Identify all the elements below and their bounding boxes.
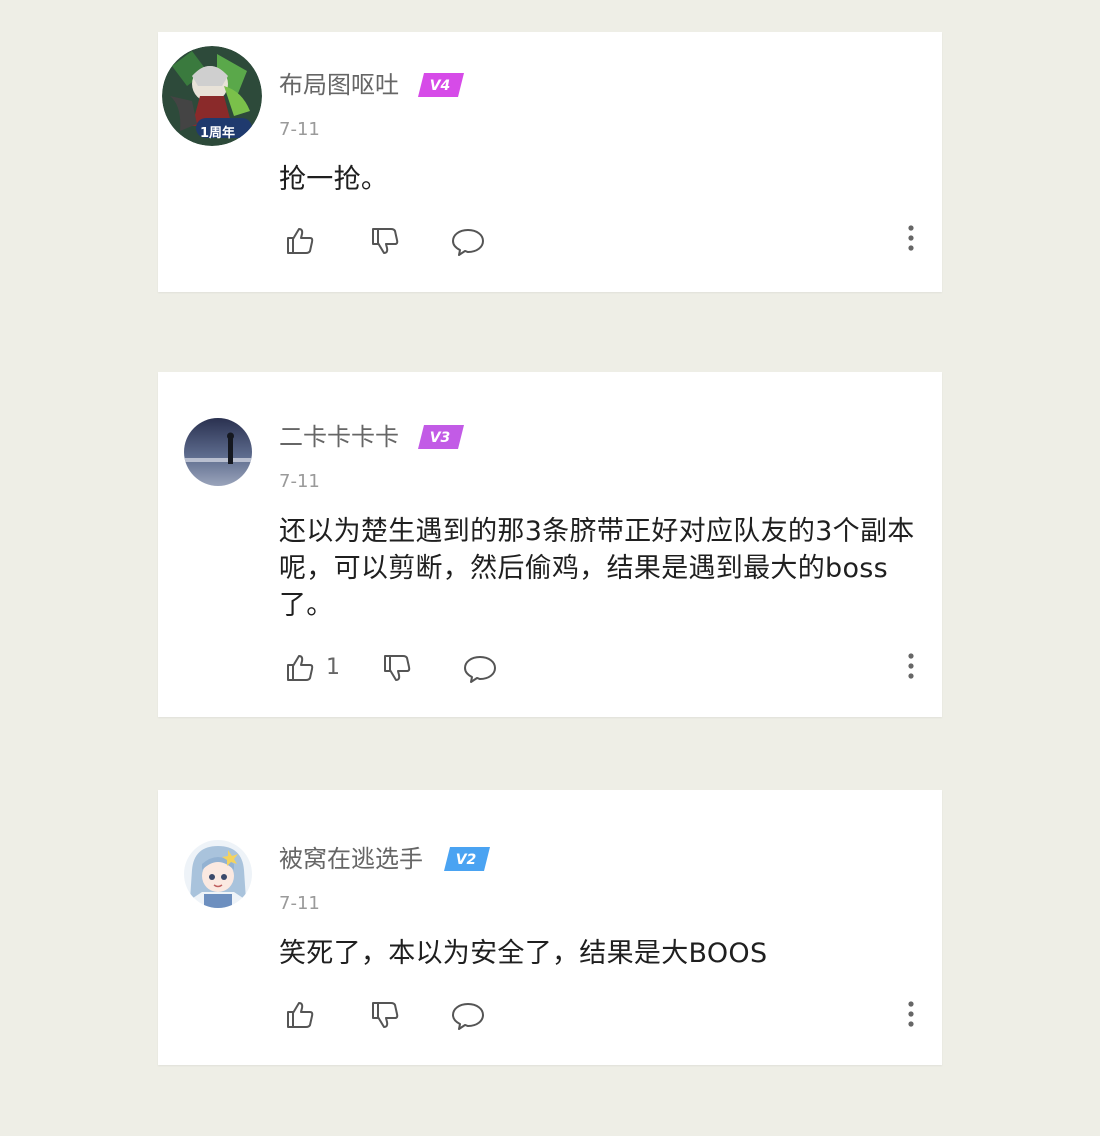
- thumbs-up-icon: [287, 655, 314, 681]
- reply-button[interactable]: [463, 654, 497, 684]
- user-avatar[interactable]: 1周年: [162, 46, 262, 146]
- comment-text: 笑死了，本以为安全了，结果是大BOOS: [279, 938, 768, 969]
- level-text: V4: [430, 78, 451, 94]
- level-text: V3: [430, 430, 451, 446]
- avatar-image: [184, 418, 252, 486]
- user-avatar[interactable]: [184, 418, 252, 486]
- more-vertical-icon[interactable]: [906, 1000, 916, 1028]
- username[interactable]: 二卡卡卡卡: [279, 422, 399, 452]
- comment-date: 7-11: [279, 893, 320, 914]
- comment-bubble-icon: [452, 229, 484, 256]
- like-button[interactable]: [284, 225, 326, 257]
- reply-button[interactable]: [451, 1001, 485, 1031]
- dislike-button[interactable]: [381, 652, 413, 684]
- comment-bubble-icon: [452, 1003, 484, 1030]
- avatar-badge-text: 1周年: [200, 126, 236, 141]
- like-button[interactable]: 1: [284, 652, 340, 684]
- level-text: V2: [456, 852, 477, 868]
- level-badge: V4: [418, 73, 464, 97]
- comment-date: 7-11: [279, 119, 320, 140]
- user-avatar[interactable]: [184, 840, 252, 908]
- thumbs-down-icon: [372, 228, 399, 254]
- level-badge: V2: [444, 847, 490, 871]
- dislike-button[interactable]: [369, 225, 401, 257]
- comment-card: 被窝在逃选手 V2 7-11 笑死了，本以为安全了，结果是大BOOS: [158, 790, 942, 1065]
- thumbs-up-icon: [287, 1002, 314, 1028]
- comment-date: 7-11: [279, 471, 320, 492]
- comment-text: 抢一抢。: [279, 164, 389, 195]
- like-count: 1: [326, 655, 340, 680]
- username[interactable]: 布局图呕吐: [279, 70, 399, 100]
- comment-card: 二卡卡卡卡 V3 7-11 还以为楚生遇到的那3条脐带正好对应队友的3个副本呢，…: [158, 372, 942, 717]
- thumbs-down-icon: [384, 655, 411, 681]
- like-button[interactable]: [284, 999, 326, 1031]
- username[interactable]: 被窝在逃选手: [279, 844, 423, 874]
- thumbs-up-icon: [287, 228, 314, 254]
- comment-bubble-icon: [464, 656, 496, 683]
- comment-text: 还以为楚生遇到的那3条脐带正好对应队友的3个副本呢，可以剪断，然后偷鸡，结果是遇…: [279, 516, 915, 621]
- reply-button[interactable]: [451, 227, 485, 257]
- more-vertical-icon[interactable]: [906, 224, 916, 252]
- more-vertical-icon[interactable]: [906, 652, 916, 680]
- avatar-image: [184, 840, 252, 908]
- dislike-button[interactable]: [369, 999, 401, 1031]
- level-badge: V3: [418, 425, 464, 449]
- thumbs-down-icon: [372, 1002, 399, 1028]
- comment-card: 1周年 布局图呕吐 V4 7-11 抢一抢。: [158, 32, 942, 292]
